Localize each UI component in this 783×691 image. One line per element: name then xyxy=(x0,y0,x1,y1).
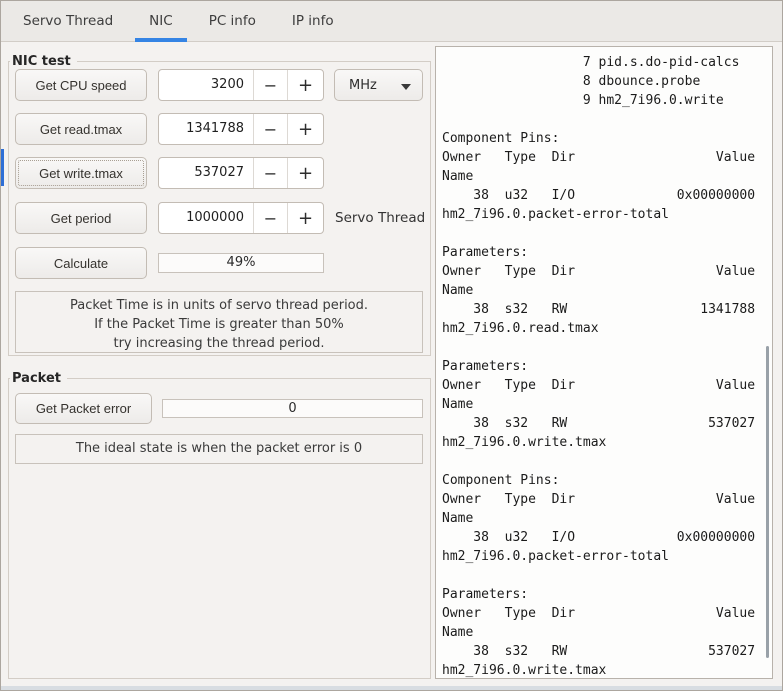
tab-label: PC info xyxy=(208,13,256,29)
window-bottom-edge xyxy=(1,686,782,690)
period-spinbox: 1000000 − + xyxy=(158,202,324,234)
read-tmax-spinbox: 1341788 − + xyxy=(158,113,324,145)
packet-error-note: The ideal state is when the packet error… xyxy=(15,434,423,464)
note-line: If the Packet Time is greater than 50% xyxy=(94,317,344,332)
period-value[interactable]: 1000000 xyxy=(159,203,253,233)
packet-time-result: 49% xyxy=(158,253,324,273)
cpu-speed-increment-button[interactable]: + xyxy=(287,70,323,100)
app-window: Servo Thread NIC PC info IP info NIC tes… xyxy=(0,0,783,691)
period-decrement-button[interactable]: − xyxy=(253,203,287,233)
packet-time-note: Packet Time is in units of servo thread … xyxy=(15,291,423,353)
get-read-tmax-button[interactable]: Get read.tmax xyxy=(15,113,147,145)
get-write-tmax-button[interactable]: Get write.tmax xyxy=(15,157,147,189)
write-tmax-increment-button[interactable]: + xyxy=(287,158,323,188)
hal-output-panel[interactable]: 7 pid.s.do-pid-calcs 8 dbounce.probe 9 h… xyxy=(435,46,773,679)
read-tmax-value[interactable]: 1341788 xyxy=(159,114,253,144)
tab-label: Servo Thread xyxy=(23,13,114,29)
tab-label: IP info xyxy=(291,13,334,29)
read-tmax-decrement-button[interactable]: − xyxy=(253,114,287,144)
packet-title: Packet xyxy=(10,370,67,387)
nic-test-title: NIC test xyxy=(10,53,77,70)
period-increment-button[interactable]: + xyxy=(287,203,323,233)
tab-pc-info[interactable]: PC info xyxy=(195,1,270,41)
write-tmax-value[interactable]: 537027 xyxy=(159,158,253,188)
unit-combobox[interactable]: MHz xyxy=(334,69,423,101)
tab-bar: Servo Thread NIC PC info IP info xyxy=(1,1,782,42)
tab-servo-thread[interactable]: Servo Thread xyxy=(9,1,127,41)
write-tmax-decrement-button[interactable]: − xyxy=(253,158,287,188)
write-tmax-spinbox: 537027 − + xyxy=(158,157,324,189)
cpu-speed-value[interactable]: 3200 xyxy=(159,70,253,100)
unit-combobox-value: MHz xyxy=(349,77,377,93)
calculate-button[interactable]: Calculate xyxy=(15,247,147,279)
chevron-down-icon xyxy=(401,84,411,90)
read-tmax-increment-button[interactable]: + xyxy=(287,114,323,144)
cpu-speed-decrement-button[interactable]: − xyxy=(253,70,287,100)
focus-indicator xyxy=(1,149,4,186)
cpu-speed-spinbox: 3200 − + xyxy=(158,69,324,101)
get-period-button[interactable]: Get period xyxy=(15,202,147,234)
packet-error-value: 0 xyxy=(162,399,423,418)
servo-thread-label: Servo Thread xyxy=(335,210,426,226)
get-packet-error-button[interactable]: Get Packet error xyxy=(15,393,152,424)
scrollbar-thumb[interactable] xyxy=(766,346,769,658)
tab-label: NIC xyxy=(149,13,173,29)
tab-nic[interactable]: NIC xyxy=(135,1,187,42)
get-cpu-speed-button[interactable]: Get CPU speed xyxy=(15,69,147,101)
hal-output-text: 7 pid.s.do-pid-calcs 8 dbounce.probe 9 h… xyxy=(442,55,756,678)
tab-ip-info[interactable]: IP info xyxy=(278,1,348,41)
note-line: Packet Time is in units of servo thread … xyxy=(69,298,369,313)
note-line: try increasing the thread period. xyxy=(113,336,325,351)
